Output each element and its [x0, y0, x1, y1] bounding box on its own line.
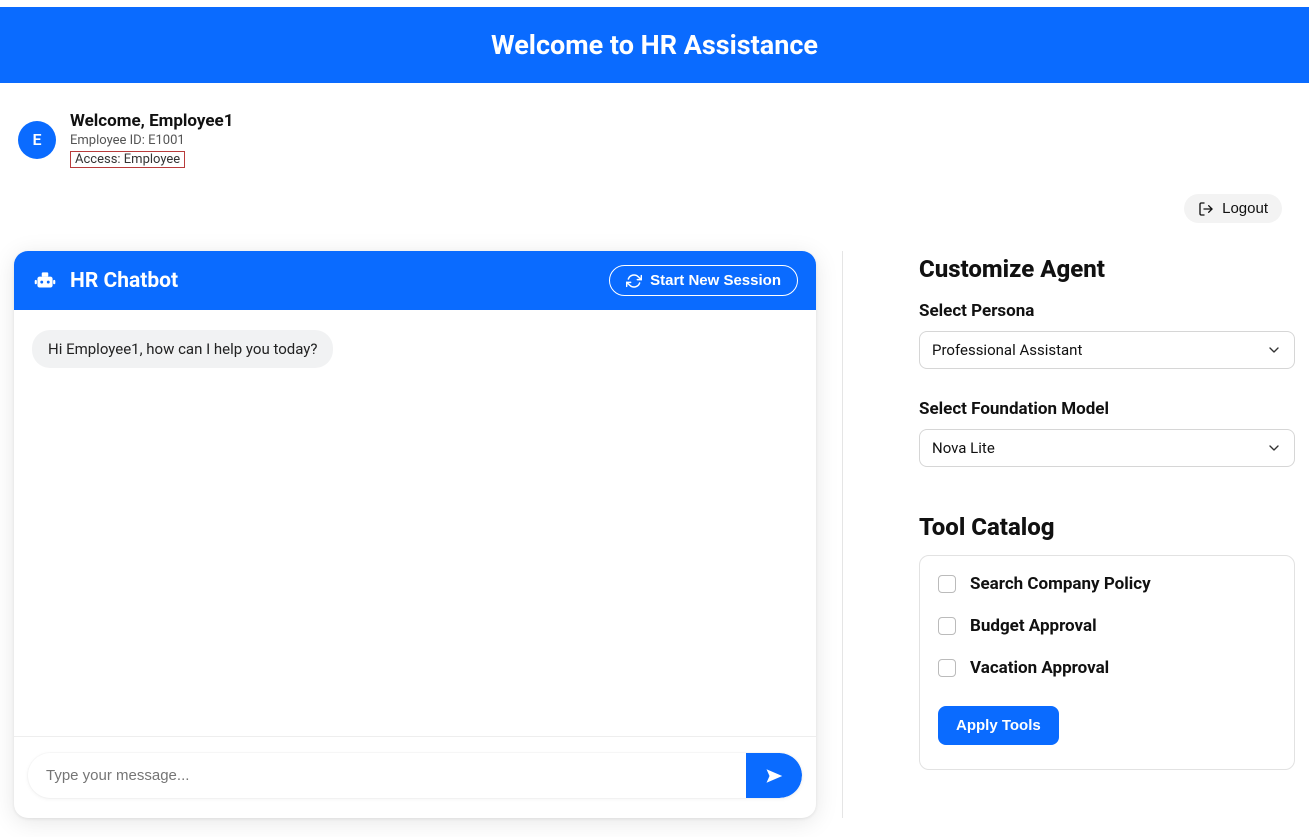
tool-catalog-heading: Tool Catalog — [919, 513, 1295, 541]
robot-icon — [32, 268, 58, 294]
send-icon — [765, 767, 783, 785]
tool-item-search-company-policy: Search Company Policy — [938, 574, 1276, 594]
persona-select[interactable]: Professional Assistant — [919, 331, 1295, 369]
banner-title: Welcome to HR Assistance — [491, 29, 818, 61]
divider — [816, 251, 869, 818]
chevron-down-icon — [1266, 342, 1282, 358]
tool-label: Budget Approval — [970, 616, 1097, 636]
apply-tools-label: Apply Tools — [956, 717, 1041, 734]
avatar: E — [18, 121, 56, 159]
tool-checkbox[interactable] — [938, 659, 956, 677]
chat-input[interactable] — [28, 753, 746, 798]
model-label: Select Foundation Model — [919, 399, 1295, 419]
apply-tools-button[interactable]: Apply Tools — [938, 706, 1059, 745]
avatar-letter: E — [32, 130, 41, 149]
tool-checkbox[interactable] — [938, 575, 956, 593]
chat-input-pill — [28, 753, 802, 798]
send-button[interactable] — [746, 753, 802, 798]
tool-item-vacation-approval: Vacation Approval — [938, 658, 1276, 678]
logout-button[interactable]: Logout — [1184, 194, 1282, 223]
chevron-down-icon — [1266, 440, 1282, 456]
chat-body: Hi Employee1, how can I help you today? — [14, 310, 816, 736]
welcome-text: Welcome, Employee1 — [70, 111, 233, 131]
logout-label: Logout — [1222, 200, 1268, 217]
bot-message: Hi Employee1, how can I help you today? — [32, 330, 333, 368]
chat-title: HR Chatbot — [70, 269, 178, 293]
start-new-session-button[interactable]: Start New Session — [609, 265, 798, 296]
persona-label: Select Persona — [919, 301, 1295, 321]
logout-icon — [1198, 201, 1214, 217]
page-banner: Welcome to HR Assistance — [0, 7, 1309, 83]
chat-header: HR Chatbot Start New Session — [14, 251, 816, 310]
tool-item-budget-approval: Budget Approval — [938, 616, 1276, 636]
refresh-icon — [626, 273, 642, 289]
employee-id: Employee ID: E1001 — [70, 133, 233, 148]
customize-heading: Customize Agent — [919, 255, 1295, 283]
access-badge: Access: Employee — [70, 151, 185, 168]
model-select[interactable]: Nova Lite — [919, 429, 1295, 467]
tool-card: Search Company Policy Budget Approval Va… — [919, 555, 1295, 770]
chat-card: HR Chatbot Start New Session Hi E — [14, 251, 816, 818]
tool-checkbox[interactable] — [938, 617, 956, 635]
user-strip: E Welcome, Employee1 Employee ID: E1001 … — [0, 83, 1309, 233]
persona-value: Professional Assistant — [932, 341, 1082, 359]
tool-label: Search Company Policy — [970, 574, 1151, 594]
tool-label: Vacation Approval — [970, 658, 1109, 678]
start-new-session-label: Start New Session — [650, 272, 781, 289]
model-value: Nova Lite — [932, 439, 995, 457]
